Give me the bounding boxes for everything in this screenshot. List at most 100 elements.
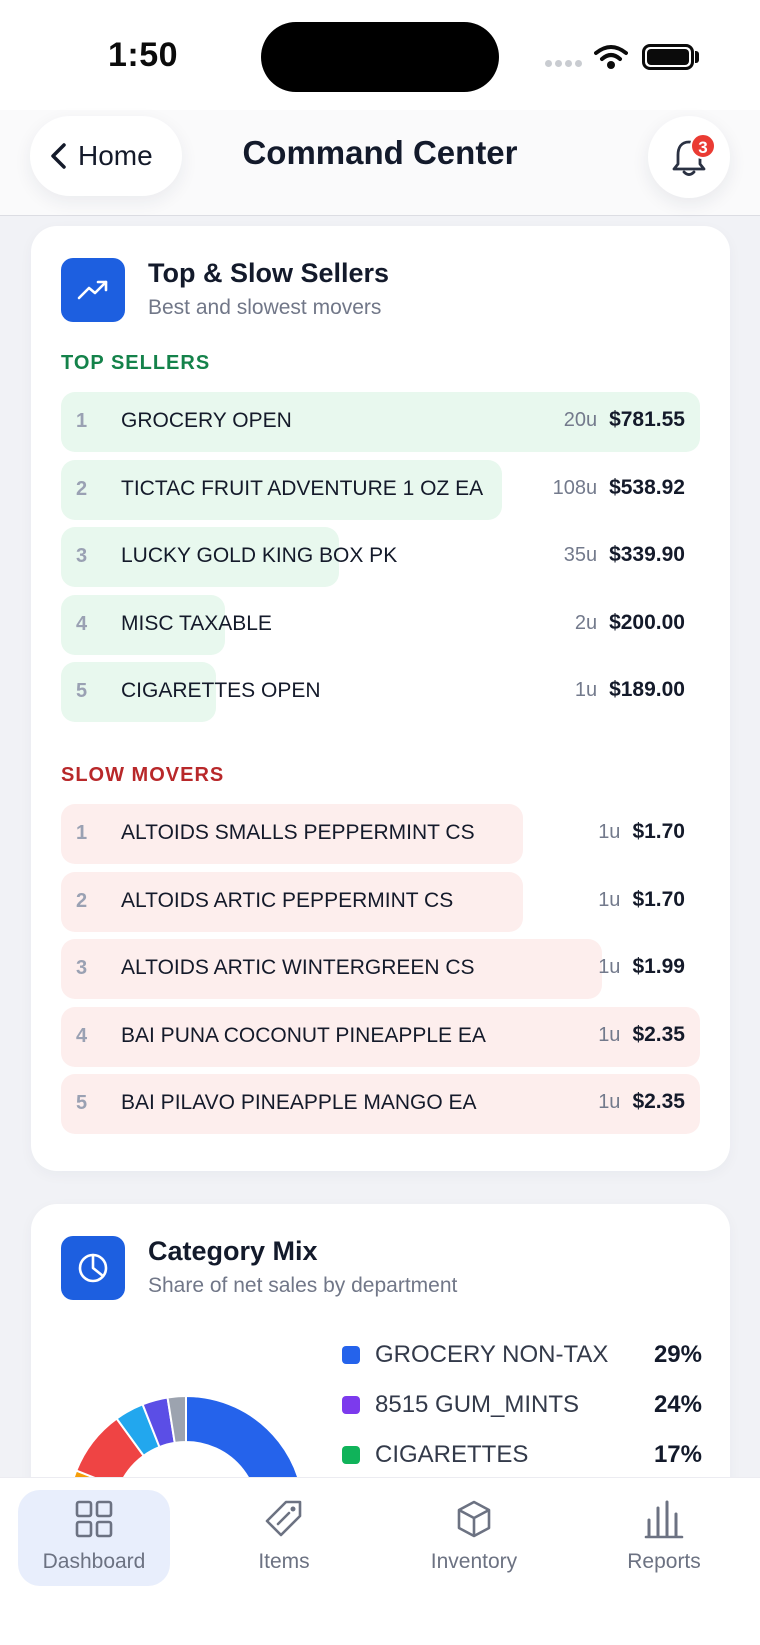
tab-label: Dashboard [42, 1550, 146, 1573]
tab-items[interactable]: Items [208, 1490, 360, 1586]
units-sold: 108u [552, 476, 598, 499]
rank-number: 5 [76, 1092, 88, 1114]
ranked-item-row[interactable]: 2 TICTAC FRUIT ADVENTURE 1 OZ EA 108u $538.… [61, 459, 700, 520]
item-name: BAI PUNA COCONUT PINEAPPLE EA [121, 1023, 486, 1047]
tab-label: Reports [627, 1550, 701, 1573]
page-title: Command Center [242, 134, 518, 171]
box-icon [457, 1500, 491, 1538]
ranked-item-row[interactable]: 3 LUCKY GOLD KING BOX PK 35u $339.90 [61, 527, 700, 587]
ranked-item-row[interactable]: 4 BAI PUNA COCONUT PINEAPPLE EA 1u $2.35 [61, 1006, 700, 1067]
trending-up-icon [61, 258, 125, 322]
ranked-item-row[interactable]: 3 ALTOIDS ARTIC WINTERGREEN CS 1u $1.99 [61, 939, 700, 999]
item-name: GROCERY OPEN [121, 409, 292, 432]
legend-label: CIGARETTES [375, 1441, 529, 1468]
units-sold: 1u [598, 821, 621, 843]
wifi-icon [594, 45, 628, 69]
dynamic-island [261, 22, 499, 92]
category-mix-card: Category Mix Share of net sales by depar… [31, 1204, 730, 1477]
chevron-left-icon [51, 143, 66, 169]
sales-amount: $538.92 [609, 475, 685, 499]
pie-chart-icon [61, 1236, 125, 1300]
legend-percent: 29% [653, 1341, 702, 1368]
slow-movers-list: 1 ALTOIDS SMALLS PEPPERMINT CS 1u $1.70 2 ALT… [61, 804, 700, 1142]
tab-label: Items [258, 1550, 310, 1573]
sales-amount: $339.90 [609, 543, 685, 566]
units-sold: 2u [574, 611, 598, 634]
card-subtitle: Best and slowest movers [148, 296, 382, 319]
legend-swatch [342, 1346, 360, 1364]
tab-inventory[interactable]: Inventory [398, 1490, 550, 1586]
category-legend: GROCERY NON-TAX 29% 8515 GUM_MINTS 24% CIGAR… [342, 1331, 702, 1477]
sales-amount: $2.35 [632, 1022, 685, 1046]
item-name: MISC TAXABLE [121, 611, 272, 635]
sales-amount: $1.70 [632, 887, 685, 911]
ranked-item-row[interactable]: 2 ALTOIDS ARTIC PEPPERMINT CS 1u $1.70 [61, 871, 700, 932]
legend-percent: 24% [653, 1391, 702, 1418]
ranked-item-row[interactable]: 5 BAI PILAVO PINEAPPLE MANGO EA 1u $2.35 [61, 1074, 700, 1134]
tab-reports[interactable]: Reports [588, 1490, 740, 1586]
card-title: Category Mix [148, 1236, 318, 1266]
units-sold: 1u [598, 888, 621, 911]
rank-number: 3 [76, 957, 88, 979]
grid-icon [75, 1500, 113, 1538]
ranked-item-row[interactable]: 4 MISC TAXABLE 2u $200.00 [61, 594, 700, 655]
top-sellers-list: 1 GROCERY OPEN 20u $781.55 2 TICTAC FRUIT ADV… [61, 392, 700, 730]
item-name: LUCKY GOLD KING BOX PK [121, 544, 398, 567]
notifications-button[interactable]: 3 [648, 116, 730, 198]
rank-number: 1 [76, 410, 88, 432]
card-subtitle: Share of net sales by department [148, 1274, 458, 1297]
units-sold: 1u [598, 1023, 621, 1046]
units-sold: 35u [563, 544, 598, 566]
legend-label: GROCERY NON-TAX [375, 1341, 609, 1368]
item-name: ALTOIDS ARTIC WINTERGREEN CS [121, 956, 475, 979]
rank-number: 4 [76, 1024, 88, 1047]
sales-amount: $1.70 [632, 820, 685, 843]
top-sellers-heading: TOP SELLERS [61, 352, 211, 374]
rank-number: 2 [76, 477, 88, 500]
item-name: CIGARETTES OPEN [121, 679, 321, 702]
units-sold: 1u [574, 679, 598, 701]
nav-header: Home Command Center 3 [0, 110, 760, 216]
card-title: Top & Slow Sellers [148, 258, 390, 288]
units-sold: 20u [563, 409, 598, 431]
units-sold: 1u [598, 956, 621, 978]
notification-badge: 3 [690, 133, 716, 159]
sales-amount: $200.00 [609, 610, 685, 634]
category-donut-chart [72, 1394, 300, 1477]
item-name: BAI PILAVO PINEAPPLE MANGO EA [121, 1091, 477, 1114]
item-name: TICTAC FRUIT ADVENTURE 1 OZ EA [121, 476, 484, 500]
rank-number: 3 [76, 545, 88, 567]
rank-number: 1 [76, 822, 88, 844]
legend-item: CIGARETTES 17% [342, 1431, 702, 1477]
tab-label: Inventory [430, 1550, 518, 1573]
rank-number: 5 [76, 680, 88, 702]
sales-amount: $781.55 [609, 408, 685, 431]
sales-amount: $189.00 [609, 678, 685, 701]
slow-movers-heading: SLOW MOVERS [61, 764, 225, 786]
ranked-item-row[interactable]: 1 GROCERY OPEN 20u $781.55 [61, 392, 700, 452]
ranked-item-row[interactable]: 5 CIGARETTES OPEN 1u $189.00 [61, 662, 700, 722]
units-sold: 1u [598, 1091, 621, 1113]
sellers-card: Top & Slow Sellers Best and slowest move… [31, 226, 730, 1171]
bar-chart-icon [644, 1500, 684, 1539]
cellular-signal-icon [545, 60, 583, 68]
dashboard-scroll[interactable]: Top & Slow Sellers Best and slowest move… [0, 217, 760, 1477]
rank-number: 4 [76, 612, 88, 635]
legend-item: 8515 GUM_MINTS 24% [342, 1381, 702, 1431]
legend-item: GROCERY NON-TAX 29% [342, 1331, 702, 1381]
legend-swatch [342, 1396, 360, 1414]
item-name: ALTOIDS SMALLS PEPPERMINT CS [121, 821, 475, 844]
back-button[interactable]: Home [30, 116, 182, 196]
battery-icon [642, 44, 694, 70]
tag-icon [265, 1500, 302, 1537]
status-bar: 1:50 [0, 0, 760, 110]
ranked-item-row[interactable]: 1 ALTOIDS SMALLS PEPPERMINT CS 1u $1.70 [61, 804, 700, 864]
back-label: Home [78, 140, 153, 171]
sales-amount: $1.99 [632, 955, 685, 978]
item-name: ALTOIDS ARTIC PEPPERMINT CS [121, 888, 454, 912]
tab-dashboard[interactable]: Dashboard [18, 1490, 170, 1586]
sales-amount: $2.35 [632, 1090, 685, 1113]
legend-label: 8515 GUM_MINTS [375, 1391, 580, 1418]
status-time: 1:50 [108, 36, 179, 74]
legend-swatch [342, 1446, 360, 1464]
